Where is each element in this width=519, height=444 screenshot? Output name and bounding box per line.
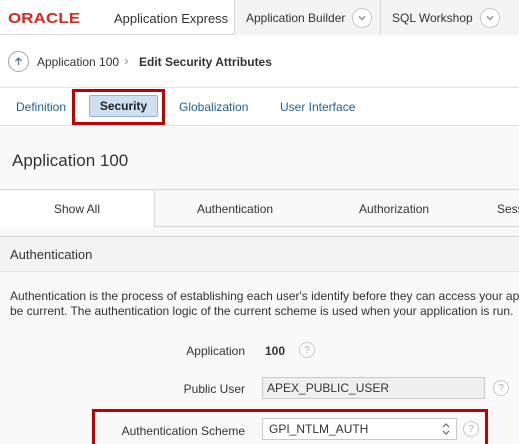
description-line-1: Authentication is the process of establi… [10, 289, 519, 303]
highlight-authentication-scheme [92, 409, 488, 444]
logo-product: Application Express [114, 11, 229, 26]
tab-application-builder[interactable]: Application Builder [234, 0, 380, 35]
tab-label: SQL Workshop [392, 10, 473, 25]
section-tab-show-all[interactable]: Show All [0, 190, 155, 228]
tab-sql-workshop[interactable]: SQL Workshop [380, 0, 519, 35]
public-user-field[interactable]: APEX_PUBLIC_USER [262, 377, 485, 399]
section-tabs: Show All Authentication Authorization Se… [0, 189, 519, 228]
tab-user-interface[interactable]: User Interface [280, 100, 355, 114]
chevron-right-icon: › [124, 52, 129, 68]
authentication-region-header: Authentication [0, 236, 519, 272]
highlight-security-tab [72, 89, 165, 125]
chevron-down-icon[interactable] [352, 7, 373, 28]
arrow-up-icon[interactable] [8, 51, 29, 72]
section-tab-authorization[interactable]: Authorization [359, 190, 429, 227]
section-tab-session[interactable]: Sess [497, 190, 519, 227]
authentication-description: Authentication is the process of establi… [10, 289, 519, 319]
logo-brand: ORACLE [8, 10, 81, 27]
chevron-down-icon[interactable] [479, 7, 500, 28]
breadcrumb-current: Edit Security Attributes [139, 55, 272, 69]
tab-label: Application Builder [246, 10, 346, 25]
authentication-title: Authentication [10, 247, 93, 262]
oracle-apex-logo[interactable]: ORACLE Application Express [8, 10, 228, 27]
application-value: 100 [265, 344, 286, 358]
region-title: Application 100 [12, 151, 129, 170]
tab-definition[interactable]: Definition [16, 100, 66, 114]
tab-globalization[interactable]: Globalization [179, 100, 248, 114]
help-icon[interactable]: ? [493, 380, 509, 396]
section-tab-authentication[interactable]: Authentication [197, 190, 273, 227]
breadcrumb-application[interactable]: Application 100 [37, 55, 119, 69]
top-header: ORACLE Application Express Application B… [0, 0, 519, 35]
public-user-value: APEX_PUBLIC_USER [267, 381, 390, 395]
help-icon[interactable]: ? [299, 342, 315, 358]
description-line-2: be current. The authentication logic of … [10, 304, 514, 318]
application-label: Application [186, 344, 245, 358]
breadcrumb: Application 100 › Edit Security Attribut… [0, 35, 519, 88]
public-user-label: Public User [183, 382, 245, 396]
